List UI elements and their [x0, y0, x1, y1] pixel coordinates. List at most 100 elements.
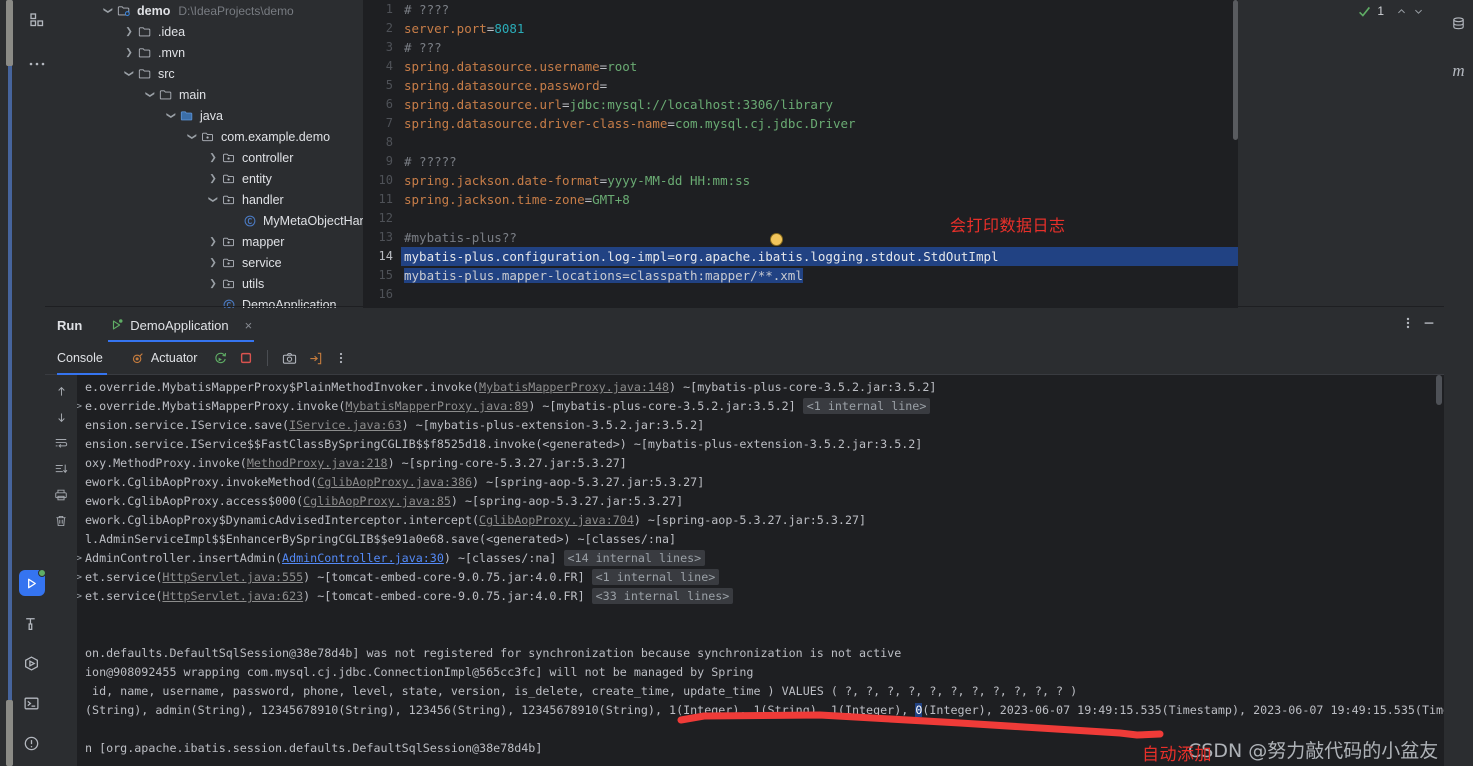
tab-close-icon[interactable]: ×	[245, 318, 253, 333]
tree-item-java[interactable]: ❯ java	[45, 105, 363, 126]
stacktrace-link[interactable]: IService.java:63	[289, 418, 402, 432]
tree-item-controller[interactable]: ❯ controller	[45, 147, 363, 168]
console-scrollbar[interactable]	[1436, 375, 1442, 405]
tree-item-label: .idea	[158, 24, 186, 39]
chevron-right-icon[interactable]: ❯	[206, 153, 220, 162]
export-icon[interactable]	[302, 345, 328, 371]
maven-icon[interactable]: m	[1444, 52, 1473, 90]
arrow-up-icon[interactable]	[49, 379, 73, 403]
minimize-icon[interactable]	[1422, 316, 1436, 335]
scroll-end-icon[interactable]	[49, 457, 73, 481]
tree-item-src[interactable]: ❯ src	[45, 63, 363, 84]
tree-item-entity[interactable]: ❯ entity	[45, 168, 363, 189]
tree-item-service[interactable]: ❯ service	[45, 252, 363, 273]
left-scroll-thumb-top[interactable]	[6, 0, 13, 66]
tab-demoapplication[interactable]: DemoApplication ×	[108, 308, 255, 342]
stacktrace-link[interactable]: MethodProxy.java:218	[247, 456, 388, 470]
chevron-down-icon[interactable]: ❯	[104, 4, 114, 18]
arrow-down-icon[interactable]	[49, 405, 73, 429]
tree-item-label: .mvn	[158, 45, 186, 60]
project-tree[interactable]: ❯ demo D:\IdeaProjects\demo ❯ .idea ❯ .mvn ❯ src…	[45, 0, 363, 308]
vertical-ellipsis-icon[interactable]	[1406, 315, 1410, 336]
folder-icon	[136, 25, 154, 39]
console-text-segment: ) ~[mybatis-plus-core-3.5.2.jar:3.5.2]	[528, 399, 803, 413]
console-line: ework.CglibAopProxy$DynamicAdvisedInterc…	[77, 511, 1444, 530]
package-icon	[199, 130, 217, 144]
console-line: ension.service.IService.save(IService.ja…	[77, 416, 1444, 435]
tree-item-label: demo	[137, 3, 171, 18]
chevron-down-icon[interactable]: ❯	[209, 193, 219, 207]
trash-icon[interactable]	[49, 509, 73, 533]
package-icon	[220, 256, 238, 270]
editor-right-gap	[1238, 0, 1444, 308]
chevron-right-icon[interactable]: ❯	[122, 48, 136, 57]
stacktrace-link[interactable]: HttpServlet.java:623	[162, 589, 303, 603]
tree-item-mapper[interactable]: ❯ mapper	[45, 231, 363, 252]
tree-item--mvn[interactable]: ❯ .mvn	[45, 42, 363, 63]
soft-wrap-icon[interactable]	[49, 431, 73, 455]
console-text-segment: on.defaults.DefaultSqlSession@38e78d4b] …	[85, 646, 902, 660]
actuator-tab-label: Actuator	[150, 351, 198, 365]
toolbar-more-icon[interactable]	[328, 345, 354, 371]
printer-icon[interactable]	[49, 483, 73, 507]
editor-scrollbar[interactable]	[1233, 0, 1238, 140]
fold-toggle-icon[interactable]: >	[77, 568, 82, 587]
editor-console-splitter[interactable]	[45, 306, 1444, 307]
inspection-count: 1	[1377, 4, 1384, 18]
console-panel: e.override.MybatisMapperProxy$PlainMetho…	[45, 375, 1444, 766]
fold-toggle-icon[interactable]: >	[77, 549, 82, 568]
tree-item-mymetaobjecthandler[interactable]: MyMetaObjectHandler	[45, 210, 363, 231]
database-icon[interactable]	[1444, 4, 1473, 42]
intention-bulb-icon[interactable]	[771, 234, 782, 245]
chevron-right-icon[interactable]: ❯	[122, 27, 136, 36]
console-text-segment: ework.CglibAopProxy.invokeMethod(	[85, 475, 318, 489]
tree-item-handler[interactable]: ❯ handler	[45, 189, 363, 210]
tree-item-main[interactable]: ❯ main	[45, 84, 363, 105]
stacktrace-link[interactable]: AdminController.java:30	[282, 551, 444, 565]
console-text-segment: et.service(	[85, 589, 163, 603]
chevron-down-icon[interactable]: ❯	[146, 88, 156, 102]
stacktrace-link[interactable]: MybatisMapperProxy.java:148	[479, 380, 669, 394]
chevron-down-icon[interactable]: ❯	[167, 109, 177, 123]
run-tool-window: Run DemoApplication × Console Actuator e…	[45, 308, 1444, 766]
tab-console[interactable]: Console	[57, 342, 121, 375]
tree-item-utils[interactable]: ❯ utils	[45, 273, 363, 294]
console-text-segment: ) ~[tomcat-embed-core-9.0.75.jar:4.0.FR]	[303, 589, 592, 603]
stacktrace-link[interactable]: CglibAopProxy.java:386	[317, 475, 472, 489]
stacktrace-link[interactable]: CglibAopProxy.java:704	[479, 513, 634, 527]
inspection-widget[interactable]: 1	[1358, 4, 1424, 18]
tree-item-com-example-demo[interactable]: ❯ com.example.demo	[45, 126, 363, 147]
stacktrace-link[interactable]: MybatisMapperProxy.java:89	[345, 399, 528, 413]
camera-icon[interactable]	[276, 345, 302, 371]
chevron-right-icon[interactable]: ❯	[206, 279, 220, 288]
fold-toggle-icon[interactable]: >	[77, 397, 82, 416]
console-text-segment: l.AdminServiceImpl$$EnhancerBySpringCGLI…	[85, 532, 677, 546]
internal-lines-badge: <33 internal lines>	[591, 588, 734, 604]
console-text-segment: ) ~[classes/:na]	[443, 551, 564, 565]
console-text-segment: ) ~[spring-aop-5.3.27.jar:5.3.27]	[633, 513, 867, 527]
tab-actuator[interactable]: Actuator	[121, 342, 208, 375]
stop-icon[interactable]	[233, 345, 259, 371]
chevron-right-icon[interactable]: ❯	[206, 258, 220, 267]
chevron-down-icon[interactable]: ❯	[125, 67, 135, 81]
chevron-right-icon[interactable]: ❯	[206, 237, 220, 246]
stacktrace-link[interactable]: HttpServlet.java:555	[162, 570, 303, 584]
fold-toggle-icon[interactable]: >	[77, 587, 82, 606]
folder-icon	[157, 88, 175, 102]
tree-item-label: java	[200, 108, 223, 123]
console-text-segment: ) ~[mybatis-plus-core-3.5.2.jar:3.5.2]	[669, 380, 937, 394]
code-editor[interactable]: 1 2 3 4 5 6 7 8 9 10 11 12 13 14 15 16 # ???? server.por…	[363, 0, 1444, 308]
chevron-down-icon[interactable]: ❯	[188, 130, 198, 144]
console-output[interactable]: e.override.MybatisMapperProxy$PlainMetho…	[77, 375, 1444, 766]
toolbar-separator	[267, 350, 269, 366]
chevron-right-icon[interactable]: ❯	[206, 174, 220, 183]
console-text-segment: e.override.MybatisMapperProxy$PlainMetho…	[85, 380, 480, 394]
console-line: ework.CglibAopProxy.access$000(CglibAopP…	[77, 492, 1444, 511]
stacktrace-link[interactable]: CglibAopProxy.java:85	[303, 494, 451, 508]
tab-label: DemoApplication	[130, 317, 229, 333]
tree-item-demo[interactable]: ❯ demo D:\IdeaProjects\demo	[45, 0, 363, 21]
rerun-icon[interactable]	[207, 345, 233, 371]
tree-item--idea[interactable]: ❯ .idea	[45, 21, 363, 42]
console-line: > et.service(HttpServlet.java:623) ~[tomc…	[77, 587, 1444, 606]
